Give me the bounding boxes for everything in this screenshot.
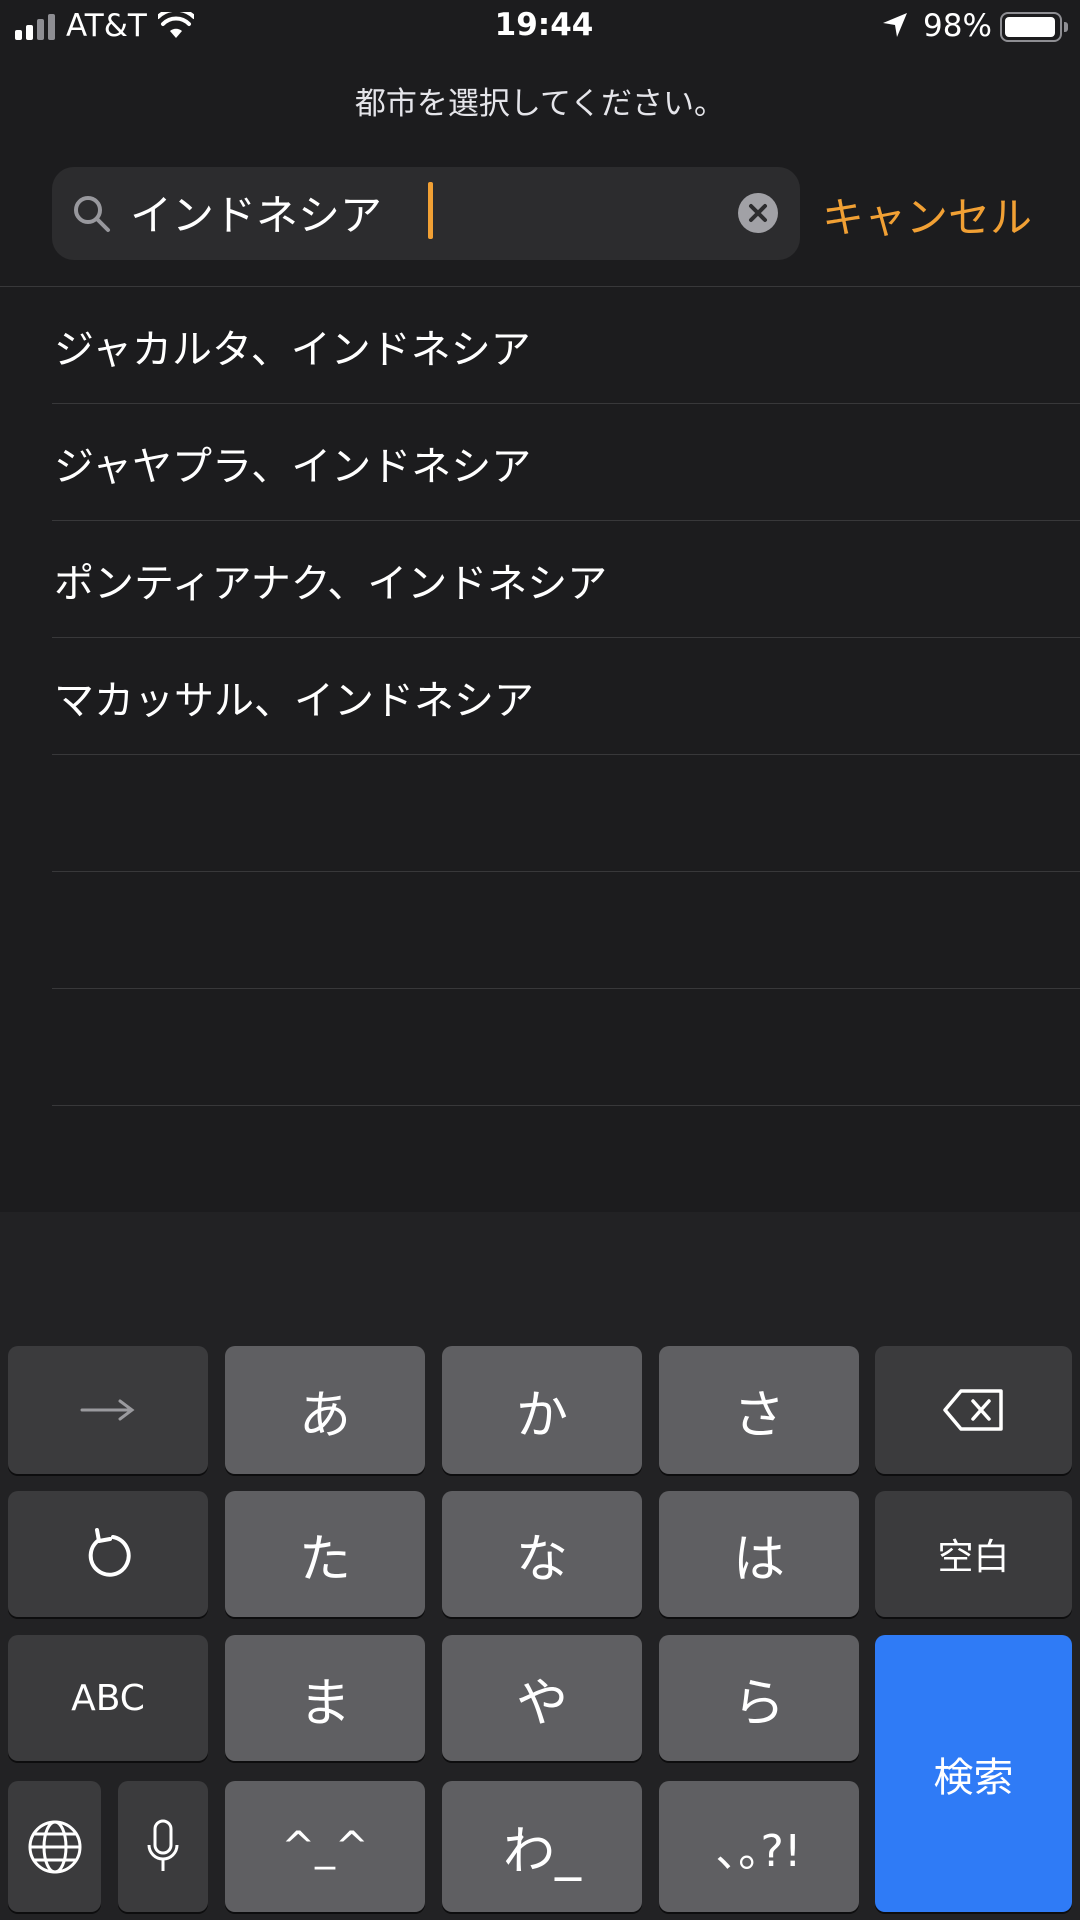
text-caret: [428, 182, 433, 239]
key-ma[interactable]: ま: [225, 1635, 425, 1761]
undo-key[interactable]: [8, 1491, 208, 1617]
city-label: ポンティアナク、インドネシア: [54, 561, 608, 607]
list-item[interactable]: ポンティアナク、インドネシア: [52, 521, 1080, 638]
clock: 19:44: [494, 7, 594, 43]
dictation-key[interactable]: [118, 1781, 208, 1912]
key-ra[interactable]: ら: [659, 1635, 859, 1761]
empty-row: [52, 989, 1080, 1106]
city-label: ジャヤプラ、インドネシア: [54, 444, 532, 490]
key-ta[interactable]: た: [225, 1491, 425, 1617]
key-na[interactable]: な: [442, 1491, 642, 1617]
globe-icon: [28, 1820, 81, 1873]
space-key[interactable]: 空白: [875, 1491, 1072, 1617]
key-sa[interactable]: さ: [659, 1346, 859, 1474]
punctuation-key[interactable]: ､｡?!: [659, 1781, 859, 1912]
backspace-icon: [942, 1389, 1003, 1431]
microphone-icon: [147, 1819, 179, 1871]
search-input[interactable]: [130, 181, 650, 243]
next-candidate-key[interactable]: [8, 1346, 208, 1474]
emoticon-key[interactable]: ^_^: [225, 1781, 425, 1912]
search-key[interactable]: 検索: [875, 1635, 1072, 1912]
delete-key[interactable]: [875, 1346, 1072, 1474]
battery-icon: [1000, 12, 1068, 42]
list-item[interactable]: ジャカルタ、インドネシア: [52, 287, 1080, 404]
status-bar: AT&T 19:44 98%: [0, 0, 1080, 54]
search-bar[interactable]: [52, 167, 800, 260]
key-ha[interactable]: は: [659, 1491, 859, 1617]
undo-icon: [88, 1528, 131, 1577]
list-item[interactable]: ジャヤプラ、インドネシア: [52, 404, 1080, 521]
empty-row: [52, 755, 1080, 872]
list-item[interactable]: マカッサル、インドネシア: [52, 638, 1080, 755]
results-list: ジャカルタ、インドネシア ジャヤプラ、インドネシア ポンティアナク、インドネシア…: [52, 287, 1080, 1106]
cancel-button[interactable]: キャンセル: [822, 184, 1032, 245]
location-arrow-icon: [883, 13, 907, 37]
clear-text-icon[interactable]: [738, 193, 778, 233]
key-ya[interactable]: や: [442, 1635, 642, 1761]
key-ka[interactable]: か: [442, 1346, 642, 1474]
search-icon: [74, 196, 110, 232]
key-a[interactable]: あ: [225, 1346, 425, 1474]
globe-key[interactable]: [8, 1781, 101, 1912]
empty-row: [52, 872, 1080, 989]
page-title: 都市を選択してください。: [354, 86, 726, 122]
city-label: ジャカルタ、インドネシア: [54, 327, 531, 373]
city-label: マカッサル、インドネシア: [54, 678, 534, 724]
keyboard: あ か さ た な は 空白 ABC ま や ら 検索 ^_^ わ_ ､｡?!: [0, 1212, 1080, 1920]
key-wa[interactable]: わ_: [442, 1781, 642, 1912]
arrow-right-icon: [80, 1399, 135, 1421]
abc-key[interactable]: ABC: [8, 1635, 208, 1761]
battery-percent: 98%: [923, 8, 992, 44]
